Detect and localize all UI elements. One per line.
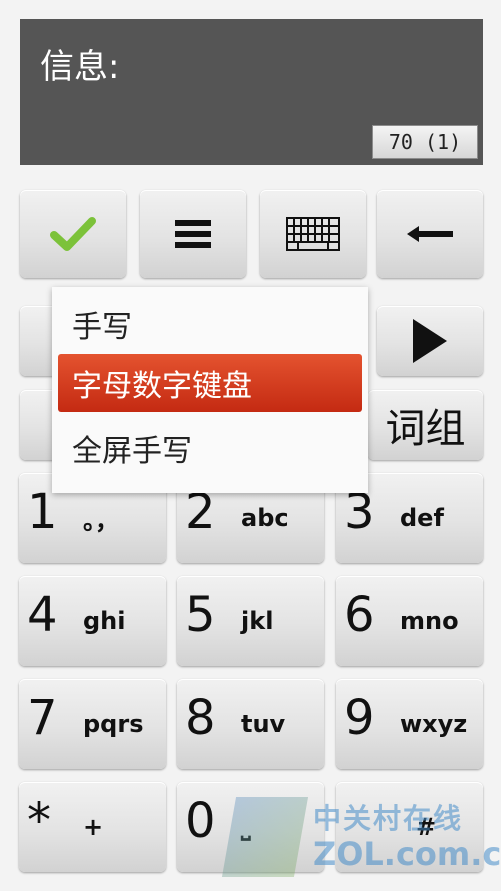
menu-item-label: 全屏手写 bbox=[72, 434, 192, 469]
key-letters: ⎵ bbox=[241, 813, 251, 841]
check-icon bbox=[50, 217, 96, 251]
key-digit: 0 bbox=[185, 793, 216, 849]
menu-item-alphanumeric-keypad[interactable]: 字母数字键盘 bbox=[58, 354, 362, 412]
key-letters: ghi bbox=[83, 607, 126, 635]
key-5[interactable]: 5 jkl bbox=[177, 576, 324, 666]
key-digit: * bbox=[27, 793, 51, 849]
play-right-icon bbox=[413, 319, 447, 363]
key-0[interactable]: 0 ⎵ bbox=[177, 782, 324, 872]
key-letters: # bbox=[416, 813, 437, 841]
key-letters: jkl bbox=[241, 607, 274, 635]
phrase-button[interactable]: 词组 bbox=[368, 390, 483, 460]
menu-item-handwriting[interactable]: 手写 bbox=[52, 295, 368, 353]
keyboard-switch-button[interactable] bbox=[260, 190, 366, 278]
input-method-menu: 手写 字母数字键盘 全屏手写 bbox=[52, 287, 368, 493]
key-digit: 6 bbox=[344, 587, 375, 643]
key-letters: + bbox=[83, 813, 104, 841]
key-digit: 9 bbox=[344, 690, 375, 746]
menu-icon bbox=[175, 220, 211, 248]
menu-item-label: 字母数字键盘 bbox=[72, 369, 252, 404]
key-letters: def bbox=[400, 504, 444, 532]
message-input-area[interactable]: 信息: 70 (1) bbox=[20, 19, 483, 165]
menu-item-fullscreen-handwriting[interactable]: 全屏手写 bbox=[52, 419, 368, 477]
keyboard-icon bbox=[286, 217, 340, 251]
phrase-label: 词组 bbox=[385, 406, 466, 452]
options-button[interactable] bbox=[140, 190, 246, 278]
menu-item-label: 手写 bbox=[72, 310, 132, 345]
key-6[interactable]: 6 mno bbox=[336, 576, 483, 666]
key-star[interactable]: * + bbox=[19, 782, 166, 872]
message-label: 信息: bbox=[40, 47, 120, 87]
key-7[interactable]: 7 pqrs bbox=[19, 679, 166, 769]
key-digit: 5 bbox=[185, 587, 216, 643]
char-counter: 70 (1) bbox=[372, 125, 478, 159]
backspace-button[interactable] bbox=[377, 190, 483, 278]
key-9[interactable]: 9 wxyz bbox=[336, 679, 483, 769]
next-button[interactable] bbox=[377, 306, 483, 376]
key-letters: mno bbox=[400, 607, 459, 635]
key-4[interactable]: 4 ghi bbox=[19, 576, 166, 666]
key-letters: pqrs bbox=[83, 710, 144, 738]
key-8[interactable]: 8 tuv bbox=[177, 679, 324, 769]
key-letters: wxyz bbox=[400, 710, 468, 738]
key-digit: 4 bbox=[27, 587, 58, 643]
confirm-button[interactable] bbox=[20, 190, 126, 278]
key-hash[interactable]: # bbox=[336, 782, 483, 872]
key-letters: tuv bbox=[241, 710, 286, 738]
backspace-arrow-icon bbox=[407, 226, 453, 242]
key-digit: 8 bbox=[185, 690, 216, 746]
key-digit: 7 bbox=[27, 690, 58, 746]
